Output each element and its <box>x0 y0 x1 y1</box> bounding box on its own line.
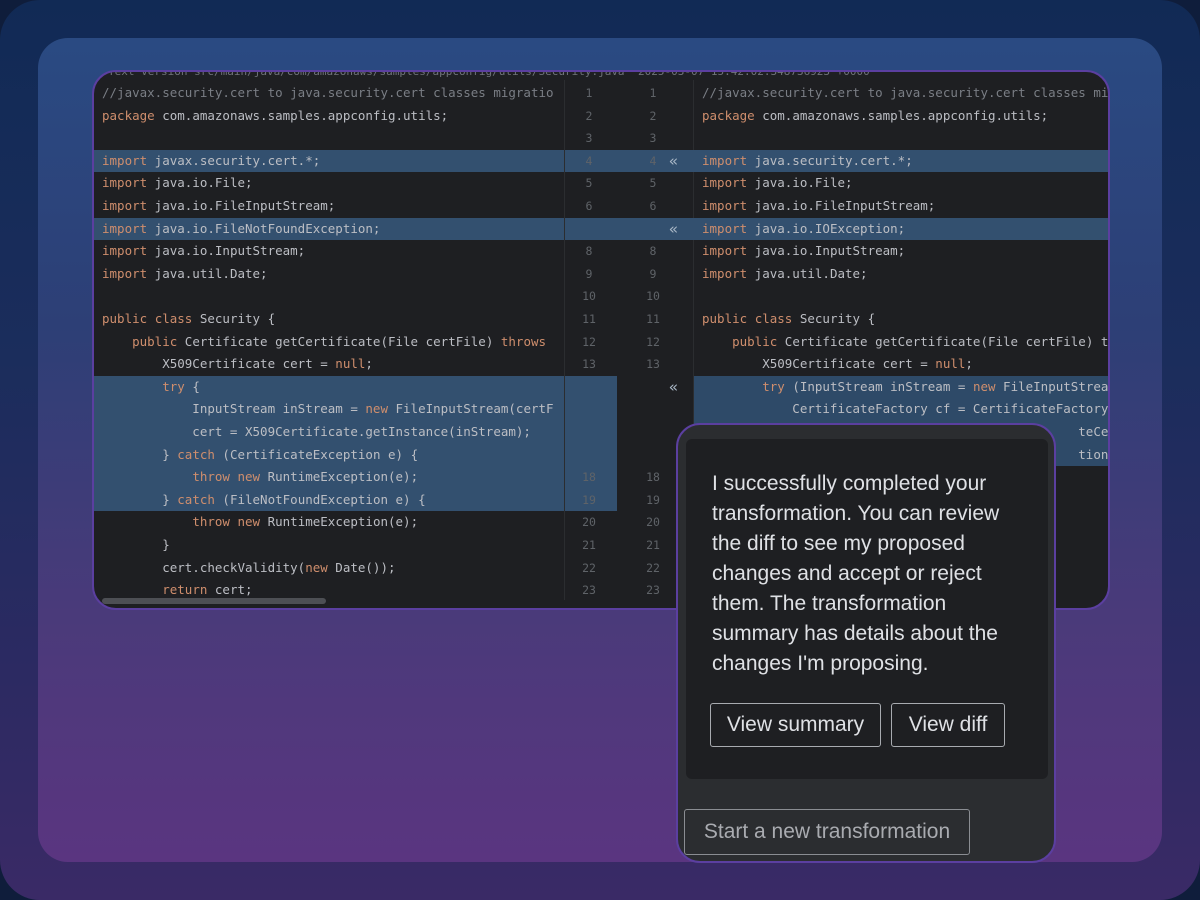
right-code-line: import java.util.Date; <box>702 265 868 281</box>
right-code-line: //javax.security.cert to java.security.c… <box>702 85 1109 100</box>
horizontal-scrollbar[interactable] <box>102 598 326 604</box>
right-code-line: CertificateFactory cf = CertificateFacto… <box>694 398 1108 421</box>
left-code-line: //javax.security.cert to java.security.c… <box>102 85 554 100</box>
right-line-number: 10 <box>646 289 660 304</box>
left-code-line: } catch (CertificateException e) { <box>94 443 564 467</box>
right-line-number: 5 <box>649 176 657 191</box>
left-line-number <box>569 444 609 467</box>
left-line-number: 21 <box>582 538 596 552</box>
right-code-line: import java.security.cert.*; <box>694 149 1108 173</box>
left-code-line: import java.io.FileInputStream; <box>102 198 336 213</box>
diff-gutter: 1 2 3 4 5 6 8 9 10 11 12 13 18 19 20 21 22 23 1 2 3 4 5 6 8 9 10 11… <box>564 80 695 600</box>
left-code-line: package com.amazonaws.samples.appconfig.… <box>102 107 449 123</box>
accept-change-arrow-icon[interactable]: « <box>669 376 678 399</box>
right-line-number: 21 <box>646 538 660 552</box>
left-code-line: import java.util.Date; <box>102 265 268 281</box>
right-code-line: try (InputStream inStream = new FileInpu… <box>694 375 1108 399</box>
left-code-line: import javax.security.cert.*; <box>94 149 564 173</box>
right-line-number: 23 <box>646 583 660 598</box>
left-code-line <box>94 127 564 150</box>
right-line-number: 3 <box>649 131 657 146</box>
left-code-line: } <box>102 537 170 552</box>
left-code-line: import java.io.FileNotFoundException; <box>94 217 564 241</box>
right-code-line <box>694 127 1108 150</box>
chat-message-bubble: I successfully completed your transforma… <box>686 439 1048 779</box>
start-new-transformation-button[interactable]: Start a new transformation <box>684 809 970 855</box>
right-line-number <box>633 444 673 467</box>
left-line-number: 22 <box>582 560 596 575</box>
left-line-number: 3 <box>585 131 593 146</box>
right-code-line: public class Security { <box>702 311 876 326</box>
right-line-number: 9 <box>649 266 657 281</box>
left-code-pane[interactable]: //javax.security.cert to java.security.c… <box>94 80 564 600</box>
left-line-number: 19 <box>582 492 596 507</box>
right-code-line: import java.io.File; <box>702 175 853 191</box>
left-line-number: 1 <box>585 86 593 100</box>
left-code-line: cert = X509Certificate.getInstance(inStr… <box>94 421 564 444</box>
right-line-number: 1 <box>649 86 657 100</box>
right-line-number: 6 <box>649 199 657 213</box>
left-line-number: 23 <box>582 583 596 598</box>
left-line-number: 12 <box>582 334 596 349</box>
left-line-number: 20 <box>582 515 596 530</box>
right-line-number: 11 <box>646 312 660 326</box>
right-line-number <box>633 398 673 421</box>
left-line-number: 8 <box>585 244 593 259</box>
right-code-line: import java.io.FileInputStream; <box>702 198 936 213</box>
right-file-title: 2025-03-07 15:42:02.348736923 +0000 <box>638 70 870 78</box>
left-code-line: public class Security { <box>102 311 276 326</box>
left-code-line: cert.checkValidity(new Date()); <box>102 559 396 575</box>
left-line-number <box>569 376 609 399</box>
left-code-line: public Certificate getCertificate(File c… <box>132 333 547 349</box>
left-line-number: 9 <box>585 266 593 281</box>
left-line-number: 10 <box>582 289 596 304</box>
left-code-line: } catch (FileNotFoundException e) { <box>94 488 564 512</box>
right-line-number: 4 <box>649 153 657 168</box>
right-line-number: 19 <box>646 492 660 507</box>
view-summary-button[interactable]: View summary <box>710 703 881 747</box>
right-code-line: import java.io.IOException; <box>694 217 1108 241</box>
right-code-line: package com.amazonaws.samples.appconfig.… <box>702 107 1049 123</box>
right-code-line: import java.io.InputStream; <box>702 243 906 259</box>
left-code-line: return cert; <box>162 582 253 598</box>
right-line-number: 2 <box>649 108 657 123</box>
left-line-number <box>569 218 609 241</box>
left-line-number <box>569 421 609 444</box>
left-line-number: 4 <box>585 153 593 168</box>
left-code-line: try { <box>94 375 564 399</box>
chat-panel: I successfully completed your transforma… <box>676 423 1056 863</box>
chat-message-text: I successfully completed your transforma… <box>712 472 1000 675</box>
accept-change-arrow-icon[interactable]: « <box>669 218 678 241</box>
left-code-line: import java.io.InputStream; <box>102 243 306 259</box>
left-line-number: 5 <box>585 176 593 191</box>
left-code-line: InputStream inStream = new FileInputStre… <box>94 398 564 421</box>
left-code-line: X509Certificate cert = null; <box>102 356 373 372</box>
right-line-number <box>633 218 673 241</box>
right-line-number: 8 <box>649 244 657 259</box>
view-diff-button[interactable]: View diff <box>891 703 1005 747</box>
left-code-line: throw new RuntimeException(e); <box>192 514 419 530</box>
right-code-line: X509Certificate cert = null; <box>702 356 973 372</box>
diff-titlebar: Text version src/main/java/com/amazonaws… <box>94 70 1108 79</box>
right-line-number <box>633 421 673 444</box>
right-code-line: public Certificate getCertificate(File c… <box>732 333 1109 349</box>
left-file-title: Text version src/main/java/com/amazonaws… <box>108 70 625 78</box>
right-line-number: 22 <box>646 560 660 575</box>
left-line-number: 6 <box>585 199 593 213</box>
right-line-number <box>633 376 673 399</box>
left-line-number <box>569 398 609 421</box>
right-line-number: 20 <box>646 515 660 530</box>
right-code-line <box>694 285 1108 308</box>
accept-change-arrow-icon[interactable]: « <box>669 150 678 173</box>
left-line-number: 11 <box>582 312 596 326</box>
left-code-line: import java.io.File; <box>102 175 253 191</box>
right-line-number: 12 <box>646 334 660 349</box>
left-code-line: throw new RuntimeException(e); <box>94 466 564 489</box>
left-line-number: 2 <box>585 108 593 123</box>
left-code-line <box>94 285 564 308</box>
right-line-number: 18 <box>646 470 660 485</box>
left-line-number: 18 <box>582 470 596 485</box>
right-line-number: 13 <box>646 357 660 372</box>
left-line-number: 13 <box>582 357 596 372</box>
